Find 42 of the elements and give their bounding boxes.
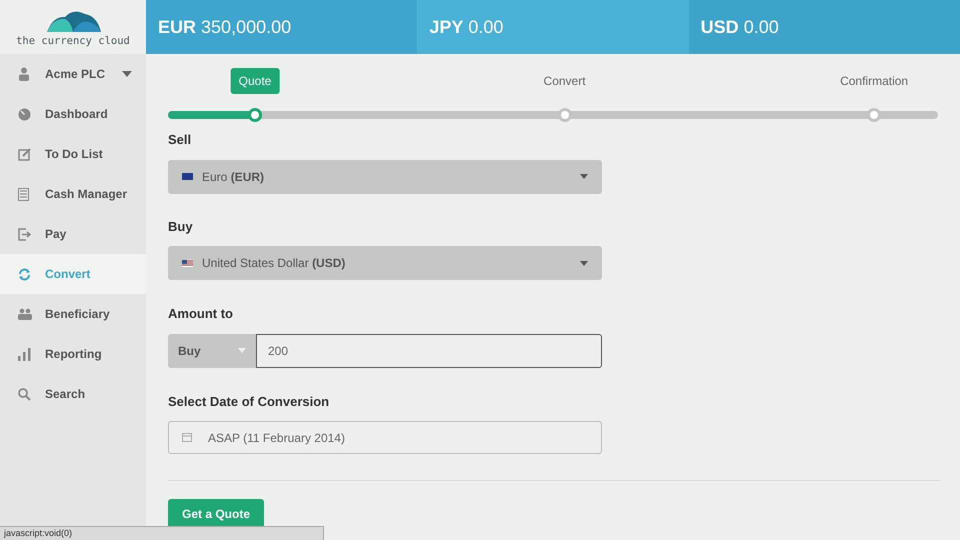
account-name: Acme PLC xyxy=(45,66,106,83)
person-icon xyxy=(18,67,30,81)
amount-input[interactable]: 200 xyxy=(256,334,602,368)
account-menu[interactable]: Acme PLC xyxy=(0,54,146,94)
caret-icon xyxy=(580,174,588,179)
status-bar: javascript:void(0) xyxy=(0,526,324,540)
sidebar-item[interactable]: Pay xyxy=(0,214,146,254)
direction-select[interactable]: Buy xyxy=(168,334,256,368)
flag-icon xyxy=(182,260,193,266)
sidebar-item[interactable]: Reporting xyxy=(0,334,146,374)
edit-icon xyxy=(18,148,31,160)
calendar-icon xyxy=(182,433,192,442)
sidebar-item[interactable]: Beneficiary xyxy=(0,294,146,334)
balance-text: EUR 350,000.00 xyxy=(158,16,292,38)
caret-icon xyxy=(580,260,588,266)
step-label: Convert xyxy=(544,73,586,90)
date-field[interactable]: ASAP (11 February 2014) xyxy=(168,421,602,454)
balance-text: USD 0.00 xyxy=(700,16,779,38)
field-label: Buy xyxy=(168,218,194,236)
exit-icon xyxy=(18,228,31,240)
balance-text: JPY 0.00 xyxy=(429,16,504,38)
sidebar-item[interactable]: To Do List xyxy=(0,134,146,174)
sidebar-item[interactable]: Cash Manager xyxy=(0,174,146,214)
get-quote-button[interactable]: Get a Quote xyxy=(168,499,264,529)
field-label: Amount to xyxy=(168,305,234,323)
step-label: Confirmation xyxy=(840,73,908,90)
field-label: Select Date of Conversion xyxy=(168,392,330,410)
people-icon xyxy=(18,308,32,320)
field-label: Sell xyxy=(168,131,192,149)
sidebar-item[interactable]: Search xyxy=(0,374,146,414)
refresh-icon xyxy=(18,268,31,280)
logo-text: the currency cloud xyxy=(16,36,130,46)
currency-select[interactable]: Euro (EUR) xyxy=(168,160,602,194)
caret-icon xyxy=(238,348,246,353)
sidebar-item[interactable]: Dashboard xyxy=(0,94,146,134)
step-tooltip: Quote xyxy=(230,68,280,94)
caret-icon xyxy=(122,71,132,77)
flag-icon xyxy=(182,173,193,180)
bar-chart-icon xyxy=(18,348,31,360)
currency-select[interactable]: United States Dollar (USD) xyxy=(168,246,602,280)
search-icon xyxy=(18,388,31,400)
gauge-icon xyxy=(18,108,31,120)
